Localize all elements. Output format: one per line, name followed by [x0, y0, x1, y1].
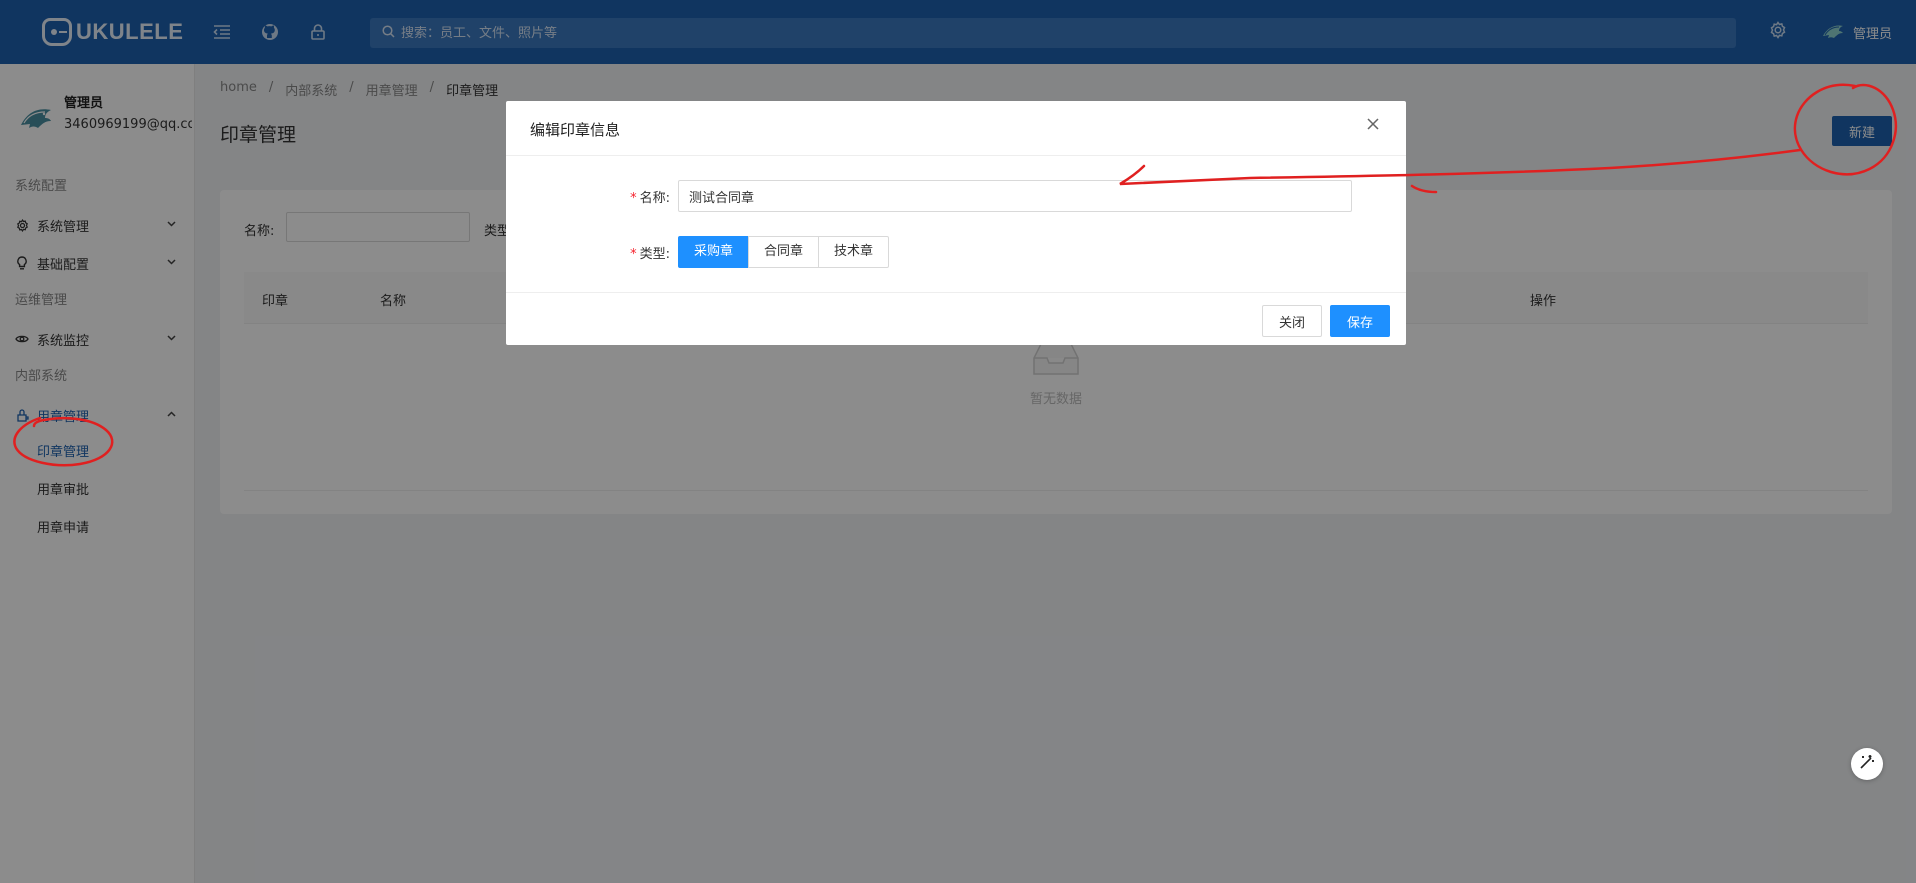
type-option-technical[interactable]: 技术章 — [818, 236, 890, 268]
modal-title: 编辑印章信息 — [530, 121, 621, 139]
close-icon[interactable] — [1366, 117, 1386, 137]
stamp-type-radio-group: 采购章 合同章 技术章 — [678, 236, 890, 268]
edit-stamp-modal: 编辑印章信息 *名称: *类型: 采购章 合同章 技术章 关闭 保存 — [506, 101, 1406, 345]
type-option-purchase[interactable]: 采购章 — [678, 236, 750, 268]
magic-wand-icon — [1858, 753, 1876, 775]
modal-footer: 关闭 保存 — [506, 292, 1406, 345]
floating-assistant-button[interactable] — [1851, 748, 1883, 780]
form-row-type: * 类型: 采购章 合同章 技术章 — [588, 236, 890, 268]
type-option-contract[interactable]: 合同章 — [748, 236, 820, 268]
name-label-text: 名称: — [639, 190, 670, 206]
required-mark: * — [630, 246, 637, 262]
required-mark: * — [630, 190, 637, 206]
close-button[interactable]: 关闭 — [1262, 305, 1322, 337]
modal-header: 编辑印章信息 — [506, 101, 1406, 156]
name-label: * 名称: — [588, 187, 670, 206]
type-label-text: 类型: — [639, 246, 670, 262]
stamp-name-input[interactable] — [678, 180, 1352, 212]
save-button[interactable]: 保存 — [1330, 305, 1390, 337]
type-label: * 类型: — [588, 243, 670, 262]
form-row-name: * 名称: — [588, 180, 1352, 212]
